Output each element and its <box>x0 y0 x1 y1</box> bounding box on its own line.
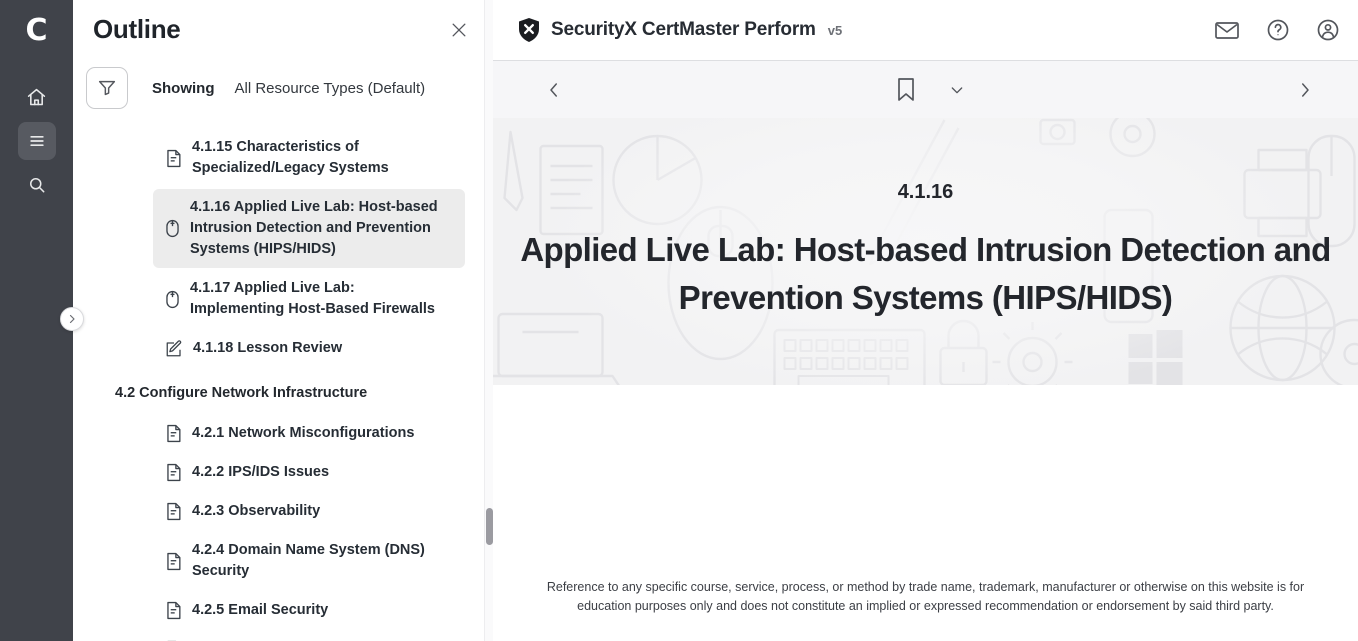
outline-item[interactable]: 4.2.2 IPS/IDS Issues <box>153 454 465 491</box>
home-icon <box>26 87 47 108</box>
outline-scrollbar-thumb[interactable] <box>486 508 493 545</box>
showing-label: Showing <box>152 80 215 97</box>
filter-button[interactable] <box>86 67 128 109</box>
outline-item[interactable]: 4.2.4 Domain Name System (DNS) Security <box>153 532 465 590</box>
document-icon <box>165 552 182 571</box>
outline-list: 4.1.15 Characteristics of Specialized/Le… <box>73 129 493 641</box>
app-window: C Outline <box>0 0 1358 641</box>
mouse-icon <box>165 290 180 309</box>
lesson-number: 4.1.16 <box>898 181 954 204</box>
outline-item[interactable]: 4.2.5 Email Security <box>153 592 465 629</box>
outline-item-label: 4.2.4 Domain Name System (DNS) Security <box>192 540 442 582</box>
outline-section-header: 4.2 Configure Network Infrastructure <box>115 383 465 403</box>
bookmark-icon <box>895 77 917 103</box>
topbar-actions <box>1210 14 1344 46</box>
account-icon <box>1316 18 1340 42</box>
document-icon <box>165 424 182 443</box>
lesson-hero: 4.1.16 Applied Live Lab: Host-based Intr… <box>493 118 1358 385</box>
outline-menu-button[interactable] <box>18 122 56 160</box>
outline-item-label: 4.2.5 Email Security <box>192 600 328 621</box>
app-rail: C <box>0 0 73 641</box>
outline-item-label: 4.2.3 Observability <box>192 501 320 522</box>
outline-item[interactable]: 4.2.1 Network Misconfigurations <box>153 415 465 452</box>
search-icon <box>27 175 47 195</box>
app-version: v5 <box>828 23 842 38</box>
outline-item[interactable]: 4.2.3 Observability <box>153 493 465 530</box>
account-button[interactable] <box>1312 14 1344 46</box>
main-content: SecurityX CertMaster Perform v5 <box>493 0 1358 641</box>
lesson-body <box>493 385 1358 570</box>
shield-x-icon <box>517 17 541 43</box>
filter-value[interactable]: All Resource Types (Default) <box>235 80 426 97</box>
disclaimer: Reference to any specific course, servic… <box>493 570 1358 641</box>
bookmark-menu-button[interactable] <box>945 78 969 102</box>
previous-lesson-button[interactable] <box>541 77 567 103</box>
mouse-icon <box>165 219 180 238</box>
document-icon <box>165 502 182 521</box>
chevron-left-icon <box>545 81 563 99</box>
mail-icon <box>1214 19 1240 41</box>
outline-item-label: 4.1.18 Lesson Review <box>193 338 342 359</box>
lesson-title: Applied Live Lab: Host-based Intrusion D… <box>497 226 1354 322</box>
filter-row: Showing All Resource Types (Default) <box>86 67 493 109</box>
outline-item[interactable]: 4.2.6 Cryptography Issues <box>153 631 465 641</box>
outline-item[interactable]: 4.1.17 Applied Live Lab: Implementing Ho… <box>153 270 465 328</box>
brand: SecurityX CertMaster Perform v5 <box>517 17 842 43</box>
pencil-icon <box>165 340 183 358</box>
outline-item[interactable]: 4.1.16 Applied Live Lab: Host-based Intr… <box>153 189 465 268</box>
outline-panel: Outline Showing All Resource Types (Defa… <box>73 0 493 641</box>
outline-scrollbar[interactable] <box>484 0 493 641</box>
close-outline-button[interactable] <box>445 16 473 44</box>
lesson-nav <box>493 61 1358 118</box>
home-button[interactable] <box>18 78 56 116</box>
chevron-right-icon <box>1296 81 1314 99</box>
topbar: SecurityX CertMaster Perform v5 <box>493 0 1358 61</box>
help-button[interactable] <box>1262 14 1294 46</box>
bookmark-button[interactable] <box>891 73 921 107</box>
search-button[interactable] <box>18 166 56 204</box>
outline-panel-title: Outline <box>93 14 180 45</box>
chevron-down-icon <box>949 82 965 98</box>
bookmark-group <box>891 73 969 107</box>
chevron-right-icon <box>66 313 78 325</box>
outline-item-label: 4.1.16 Applied Live Lab: Host-based Intr… <box>190 197 440 260</box>
outline-item-label: 4.1.15 Characteristics of Specialized/Le… <box>192 137 442 179</box>
outline-item[interactable]: 4.1.15 Characteristics of Specialized/Le… <box>153 129 465 187</box>
menu-icon <box>27 131 47 151</box>
funnel-icon <box>96 77 118 99</box>
document-icon <box>165 601 182 620</box>
next-lesson-button[interactable] <box>1292 77 1318 103</box>
close-icon <box>449 20 469 40</box>
app-title: SecurityX CertMaster Perform <box>551 19 816 41</box>
expand-panel-button[interactable] <box>60 307 84 331</box>
outline-item-label: 4.1.17 Applied Live Lab: Implementing Ho… <box>190 278 440 320</box>
outline-item-label: 4.2.1 Network Misconfigurations <box>192 423 414 444</box>
outline-item[interactable]: 4.1.18 Lesson Review <box>153 330 465 367</box>
disclaimer-text: Reference to any specific course, servic… <box>533 578 1318 615</box>
outline-item-label: 4.2.2 IPS/IDS Issues <box>192 462 329 483</box>
document-icon <box>165 463 182 482</box>
document-icon <box>165 149 182 168</box>
help-icon <box>1266 18 1290 42</box>
messages-button[interactable] <box>1210 15 1244 45</box>
comptia-logo: C <box>25 8 47 52</box>
